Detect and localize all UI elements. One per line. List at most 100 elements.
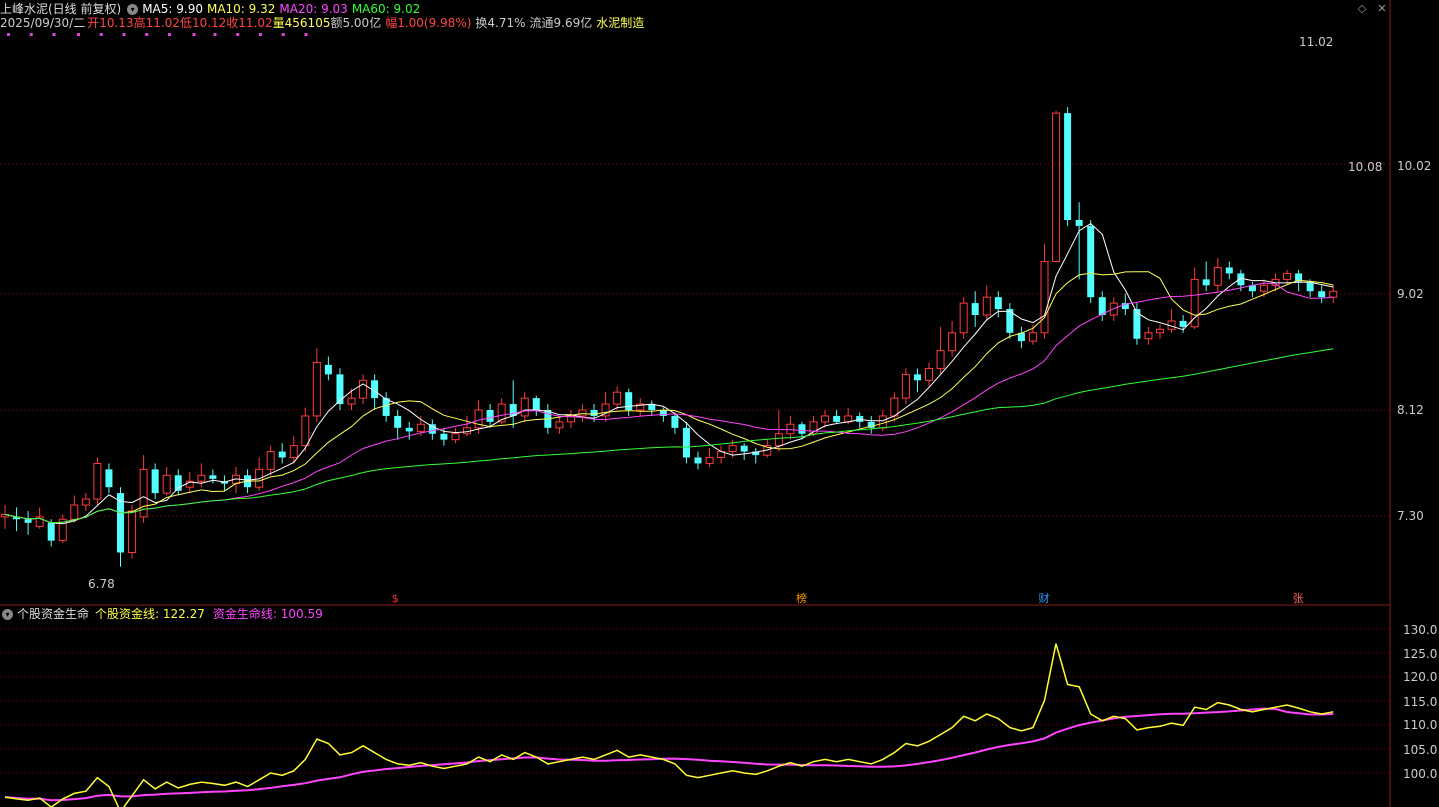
candle-body-down <box>590 410 598 416</box>
ind-tick-4: 115.0 <box>1403 695 1437 709</box>
candle-body-down <box>1202 279 1210 286</box>
price-tick-4: 7.30 <box>1397 509 1424 523</box>
event-markers: $ 榜 财 张 <box>392 591 1304 605</box>
diamond-icon[interactable]: ◇ <box>1356 3 1368 15</box>
close-icon[interactable]: ✕ <box>1376 3 1388 15</box>
candle-body-up <box>774 433 783 447</box>
signal-dot-4 <box>99 33 103 36</box>
candle-body-up <box>948 332 957 352</box>
candle-body-down <box>1318 291 1326 298</box>
candle-body-down <box>440 433 448 440</box>
candle-body-up <box>578 409 587 417</box>
candle-body-up <box>162 474 171 494</box>
fund-line-value: 个股资金线: 122.27 <box>95 607 205 621</box>
candle-body-down <box>405 427 413 432</box>
header-row-1: 上峰水泥(日线 前复权) ▾ MA5: 9.90 MA10: 9.32 MA20: 9.… <box>0 2 424 16</box>
ind-tick-6: 105.0 <box>1403 743 1437 757</box>
signal-dot-1 <box>29 33 33 36</box>
candle-body-down <box>1133 309 1141 339</box>
signal-dot-7 <box>168 33 171 36</box>
low-value: 低10.12 <box>179 16 227 30</box>
indicator-name[interactable]: 个股资金生命 <box>17 607 89 621</box>
event-marker: 张 <box>1293 592 1304 605</box>
candle-body-up <box>728 445 737 453</box>
float-value: 流通9.69亿 <box>529 16 593 30</box>
candle-body-up <box>312 362 321 417</box>
candle-body-up <box>1213 267 1222 286</box>
sector-value[interactable]: 水泥制造 <box>596 16 644 30</box>
candle-body-down <box>324 364 332 375</box>
candle-body-up <box>878 415 887 429</box>
candle-body-up <box>81 498 90 506</box>
stock-title[interactable]: 上峰水泥(日线 前复权) <box>0 2 121 16</box>
candle-body-down <box>1225 267 1233 274</box>
event-marker: 榜 <box>796 591 807 605</box>
candle-body-up <box>1329 290 1338 298</box>
candle-body-up <box>982 296 991 316</box>
event-marker: 财 <box>1039 591 1050 605</box>
signal-dot-3 <box>77 33 80 36</box>
candle-body-up <box>936 350 945 369</box>
candle-body-down <box>1179 320 1187 327</box>
candle-body-up <box>266 451 275 470</box>
candle-body-down <box>971 303 979 315</box>
dropdown-icon[interactable]: ▾ <box>127 4 139 15</box>
signal-dot-8 <box>192 33 196 36</box>
candle-body-down <box>486 410 494 422</box>
candle-body-up <box>786 423 795 435</box>
candle-body-down <box>428 424 436 434</box>
candle-body-up <box>128 510 137 553</box>
candle-body-up <box>347 397 356 405</box>
high-value: 高11.02 <box>133 16 180 30</box>
candle-body-up <box>1144 332 1153 340</box>
signal-dot-9 <box>213 33 217 36</box>
signal-dot-11 <box>259 33 262 36</box>
max-price-label: 11.02 <box>1299 35 1333 49</box>
last-price-label: 10.08 <box>1348 160 1382 174</box>
amount-value: 额5.00亿 <box>330 16 382 30</box>
candle-body-down <box>151 469 159 494</box>
date-value: 2025/09/30/二 <box>0 16 86 30</box>
close-value: 收11.02 <box>226 16 273 30</box>
grid-lines <box>0 0 1391 807</box>
turnover-value: 换4.71% <box>475 16 526 30</box>
event-marker: $ <box>392 592 399 605</box>
candle-body-down <box>694 457 702 464</box>
life-line-value: 资金生命线: 100.59 <box>212 607 323 621</box>
header-row-2: 2025/09/30/二 开10.13高11.02低10.12收11.02量456… <box>0 16 648 30</box>
indicator-dropdown-icon[interactable]: ▾ <box>2 609 13 620</box>
life-line <box>4 707 1334 802</box>
candle-body-up <box>1259 284 1268 292</box>
ind-tick-5: 110.0 <box>1403 718 1437 732</box>
candle-body-up <box>1040 261 1049 334</box>
kline-chart[interactable]: $ 榜 财 张 10.02 9.02 8.12 7.30 130.0 125.0 12… <box>0 0 1439 807</box>
ind-tick-2: 125.0 <box>1403 647 1437 661</box>
candle-body-down <box>1098 297 1106 315</box>
signal-dot-13 <box>304 33 308 36</box>
ma20-value: MA20: 9.03 <box>279 2 348 16</box>
signal-dot-5 <box>122 33 126 36</box>
candle-body-up <box>416 423 425 432</box>
candle-body-down <box>47 522 55 541</box>
change-value: 幅1.00(9.98%) <box>385 16 472 30</box>
min-price-label: 6.78 <box>88 577 115 591</box>
candle-body-down <box>682 427 690 458</box>
open-value: 开10.13 <box>87 16 134 30</box>
candle-body-up <box>925 367 933 381</box>
signal-dot-10 <box>236 33 240 36</box>
signal-dot-0 <box>7 33 10 36</box>
ind-tick-7: 100.0 <box>1403 767 1437 781</box>
candle-body-up <box>901 373 910 399</box>
candle-body-up <box>821 415 830 423</box>
price-tick-3: 8.12 <box>1397 403 1424 417</box>
candle-body-up <box>70 504 79 520</box>
candle-body-up <box>1028 332 1037 342</box>
candle-body-down <box>856 415 864 422</box>
candle-body-down <box>740 445 748 452</box>
candle-body-up <box>301 415 310 447</box>
candle-body-up <box>93 462 102 500</box>
candle-body-up <box>451 433 460 441</box>
candle-body-down <box>336 374 344 405</box>
ma5-value: MA5: 9.90 <box>142 2 203 16</box>
candle-body-up <box>1156 328 1164 334</box>
